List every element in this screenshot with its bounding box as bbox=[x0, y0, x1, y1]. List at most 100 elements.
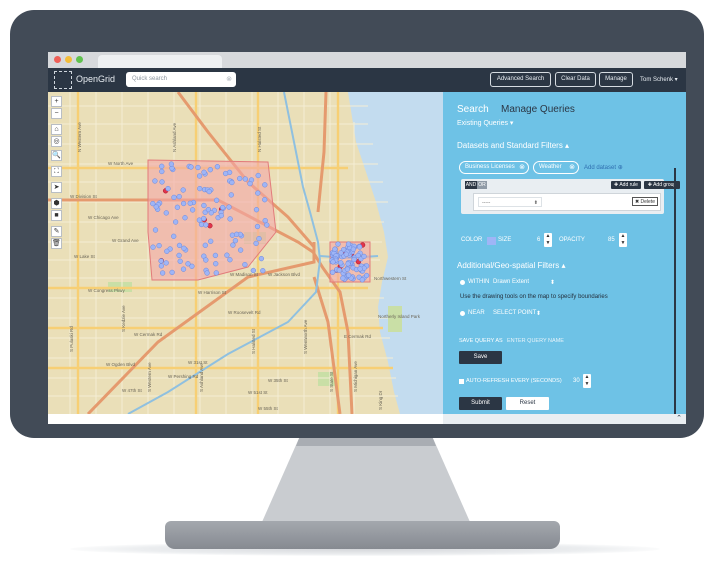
data-point[interactable] bbox=[363, 272, 370, 279]
data-point[interactable] bbox=[201, 169, 207, 175]
data-point[interactable] bbox=[247, 180, 253, 187]
data-point[interactable] bbox=[204, 270, 210, 276]
panel-scrollbar[interactable] bbox=[674, 168, 676, 424]
data-point[interactable] bbox=[338, 260, 344, 266]
existing-queries-dropdown[interactable]: Existing Queries ▾ bbox=[457, 119, 513, 127]
data-point[interactable] bbox=[335, 241, 341, 247]
data-point[interactable] bbox=[203, 257, 209, 263]
data-point[interactable] bbox=[336, 267, 342, 273]
data-point[interactable] bbox=[344, 266, 351, 272]
data-point[interactable] bbox=[356, 244, 363, 250]
data-point[interactable] bbox=[242, 261, 248, 268]
data-point[interactable] bbox=[254, 223, 261, 230]
data-point[interactable] bbox=[355, 252, 361, 259]
data-point[interactable] bbox=[159, 168, 165, 175]
quick-search-input[interactable]: Quick search ⊗ bbox=[126, 72, 236, 87]
collapse-icon[interactable]: ⌃ bbox=[676, 414, 682, 422]
data-point[interactable] bbox=[176, 242, 183, 249]
near-select[interactable]: SELECT POINT bbox=[493, 310, 536, 316]
data-point[interactable] bbox=[159, 270, 166, 276]
data-point[interactable] bbox=[176, 252, 182, 259]
data-point[interactable] bbox=[258, 255, 265, 262]
data-point[interactable] bbox=[233, 231, 240, 237]
data-point[interactable] bbox=[174, 204, 181, 210]
data-point[interactable] bbox=[180, 200, 187, 207]
data-point[interactable] bbox=[242, 176, 248, 182]
auto-refresh-checkbox[interactable] bbox=[459, 379, 464, 384]
color-swatch[interactable] bbox=[487, 237, 496, 245]
data-point[interactable] bbox=[152, 178, 158, 184]
data-point[interactable] bbox=[202, 242, 208, 248]
data-point[interactable] bbox=[185, 261, 191, 267]
data-point[interactable] bbox=[350, 246, 357, 252]
data-point[interactable] bbox=[359, 277, 365, 283]
data-point[interactable] bbox=[237, 175, 243, 182]
draw-rectangle-icon[interactable]: ■ bbox=[51, 210, 62, 221]
data-point[interactable] bbox=[218, 212, 224, 219]
data-point[interactable] bbox=[345, 241, 352, 247]
dataset-chip-business-licenses[interactable]: Business Licenses ⊗ bbox=[459, 161, 529, 174]
data-point[interactable] bbox=[163, 260, 169, 266]
data-point[interactable] bbox=[330, 259, 336, 265]
data-point[interactable] bbox=[214, 164, 221, 170]
zoom-out-button[interactable]: − bbox=[51, 108, 62, 119]
data-point[interactable] bbox=[232, 238, 239, 244]
data-point[interactable] bbox=[207, 167, 213, 173]
opacity-stepper[interactable]: ▲ ▼ bbox=[619, 233, 627, 247]
data-point[interactable] bbox=[171, 233, 177, 239]
data-point[interactable] bbox=[212, 252, 219, 259]
data-point[interactable] bbox=[361, 253, 367, 260]
data-point[interactable] bbox=[250, 267, 256, 274]
map-canvas[interactable]: W North Ave W Division St W Chicago Ave … bbox=[48, 92, 443, 414]
data-point[interactable] bbox=[222, 170, 229, 177]
size-stepper[interactable]: ▲ ▼ bbox=[544, 233, 552, 247]
near-radio[interactable] bbox=[460, 311, 465, 316]
data-point[interactable] bbox=[260, 268, 266, 274]
data-point[interactable] bbox=[181, 245, 187, 251]
data-point[interactable] bbox=[220, 204, 226, 211]
user-menu[interactable]: Tom Schenk ▾ bbox=[640, 76, 678, 83]
data-point[interactable] bbox=[253, 207, 260, 213]
data-point[interactable] bbox=[171, 194, 177, 201]
data-point[interactable] bbox=[206, 188, 212, 195]
data-point[interactable] bbox=[237, 247, 244, 253]
data-point[interactable] bbox=[152, 227, 159, 233]
data-point[interactable] bbox=[189, 207, 196, 213]
data-point[interactable] bbox=[228, 192, 234, 198]
data-point[interactable] bbox=[351, 256, 357, 263]
tab-manage-queries[interactable]: Manage Queries bbox=[501, 104, 575, 115]
data-point[interactable] bbox=[153, 204, 159, 210]
data-point[interactable] bbox=[158, 263, 165, 269]
data-point[interactable] bbox=[165, 185, 171, 192]
edit-icon[interactable]: ✎ bbox=[51, 226, 62, 237]
refresh-interval-stepper[interactable]: ▲ ▼ bbox=[583, 374, 591, 388]
delete-rule-button[interactable]: ✖ Delete bbox=[632, 197, 658, 206]
draw-polygon-icon[interactable]: ⬢ bbox=[51, 198, 62, 209]
data-point[interactable] bbox=[150, 244, 156, 250]
data-point[interactable] bbox=[345, 261, 351, 267]
and-toggle[interactable]: AND bbox=[465, 181, 477, 189]
home-icon[interactable]: ⌂ bbox=[51, 124, 62, 135]
data-point[interactable] bbox=[196, 173, 203, 179]
manage-button[interactable]: Manage bbox=[599, 72, 633, 87]
data-point[interactable] bbox=[168, 161, 175, 167]
data-point[interactable] bbox=[227, 257, 233, 263]
data-point[interactable] bbox=[176, 193, 182, 200]
data-point[interactable] bbox=[172, 219, 179, 225]
data-point[interactable] bbox=[345, 272, 352, 278]
data-point[interactable] bbox=[262, 217, 268, 224]
or-toggle[interactable]: OR bbox=[477, 181, 487, 189]
rule-field-select[interactable]: ----- ⬍ bbox=[478, 197, 542, 207]
advanced-search-button[interactable]: Advanced Search bbox=[490, 72, 551, 87]
data-point[interactable] bbox=[198, 221, 205, 228]
data-point[interactable] bbox=[340, 275, 346, 281]
fullscreen-icon[interactable]: ⛶ bbox=[51, 166, 62, 177]
minimize-window-button[interactable] bbox=[65, 56, 72, 63]
close-icon[interactable]: ⊗ bbox=[569, 162, 575, 173]
data-point[interactable] bbox=[163, 210, 169, 216]
data-point[interactable] bbox=[213, 261, 219, 267]
data-point[interactable] bbox=[203, 222, 209, 228]
data-point[interactable] bbox=[213, 197, 220, 203]
data-point[interactable] bbox=[230, 242, 236, 248]
dataset-chip-weather[interactable]: Weather ⊗ bbox=[533, 161, 579, 174]
